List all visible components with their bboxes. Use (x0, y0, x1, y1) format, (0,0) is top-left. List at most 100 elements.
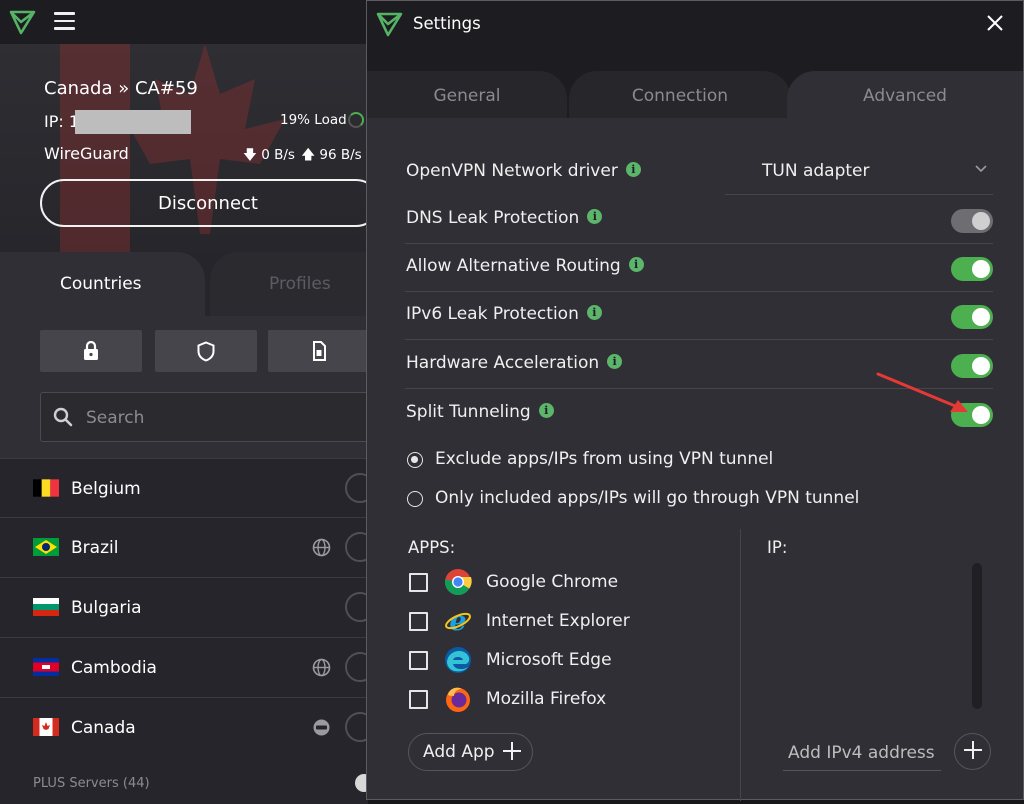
search-placeholder: Search (86, 408, 145, 428)
expand-chevron-icon[interactable] (345, 473, 368, 503)
info-icon[interactable]: i (625, 162, 641, 177)
add-app-button[interactable]: Add App (408, 733, 533, 771)
search-input[interactable]: Search (40, 392, 368, 442)
expand-chevron-icon[interactable] (345, 652, 368, 682)
expand-chevron-icon[interactable] (345, 532, 368, 562)
ipv6-leak-protection-row: IPv6 Leak Protection i (405, 292, 993, 340)
radio-button[interactable] (407, 452, 423, 468)
belgium-flag-icon (33, 479, 59, 497)
apps-panel: APPS: Google Chrome e Internet Explorer (405, 529, 740, 801)
tab-connection[interactable]: Connection (569, 71, 791, 118)
settings-title: Settings (413, 14, 481, 33)
ip-address-label: IP: 1 (44, 112, 80, 131)
ip-panel: IP: (740, 529, 1023, 801)
alternative-routing-row: Allow Alternative Routing i (405, 244, 993, 292)
app-checkbox[interactable] (409, 690, 428, 709)
upload-arrow-icon: 🡅 (301, 147, 316, 163)
upload-speed: 96 B/s (319, 147, 362, 163)
svg-text:e: e (449, 607, 466, 635)
server-name: Canada » CA#59 (44, 78, 198, 99)
globe-icon (312, 538, 331, 557)
app-name: Google Chrome (486, 572, 619, 592)
country-name: Belgium (71, 479, 141, 499)
country-name: Canada (71, 718, 136, 738)
connection-panel: Canada » CA#59 IP: 1 19% Load WireGuard … (0, 44, 368, 252)
collapse-chevron-icon[interactable] (345, 712, 368, 742)
apps-title: APPS: (408, 538, 456, 557)
info-icon[interactable]: i (607, 354, 623, 369)
radio-label: Exclude apps/IPs from using VPN tunnel (435, 449, 774, 469)
alternative-routing-toggle[interactable] (951, 257, 993, 281)
app-checkbox[interactable] (409, 651, 428, 670)
server-list-area: Countries Profiles Search Belgium Brazil… (0, 252, 368, 804)
shield-icon (197, 340, 215, 362)
close-icon[interactable] (983, 11, 1007, 35)
tab-general[interactable]: General (367, 71, 567, 118)
country-name: Bulgaria (71, 598, 142, 618)
p2p-filter-button[interactable] (268, 330, 368, 372)
disconnect-button[interactable]: Disconnect (40, 179, 368, 227)
plus-icon (963, 741, 982, 759)
openvpn-driver-value: TUN adapter (762, 161, 870, 181)
country-row-cambodia[interactable]: Cambodia (0, 637, 368, 697)
country-row-belgium[interactable]: Belgium (0, 458, 368, 518)
tab-profiles[interactable]: Profiles (210, 252, 368, 316)
setting-label: DNS Leak Protection i (406, 208, 603, 228)
download-speed: 0 B/s (261, 147, 295, 163)
ip-list-scrollbar[interactable] (972, 563, 982, 709)
plus-servers-header: PLUS Servers (44) (33, 776, 150, 791)
hamburger-menu-icon[interactable] (54, 12, 75, 30)
speed-readout: 🡇 0 B/s 🡅 96 B/s (243, 145, 362, 168)
info-icon[interactable]: i (586, 305, 602, 320)
setting-label: Hardware Acceleration i (406, 353, 623, 373)
brazil-flag-icon (33, 538, 59, 556)
expand-chevron-icon[interactable] (345, 592, 368, 622)
add-ip-button[interactable] (954, 733, 991, 770)
country-name: Brazil (71, 538, 119, 558)
dns-leak-protection-row: DNS Leak Protection i (405, 196, 993, 244)
main-window: Canada » CA#59 IP: 1 19% Load WireGuard … (0, 0, 368, 804)
setting-label: IPv6 Leak Protection i (406, 304, 602, 324)
hardware-acceleration-toggle[interactable] (951, 354, 993, 378)
tab-countries[interactable]: Countries (0, 252, 205, 316)
country-row-brazil[interactable]: Brazil (0, 517, 368, 577)
country-name: Cambodia (71, 658, 157, 678)
settings-tabs: General Connection Advanced (367, 46, 1023, 118)
lock-icon (84, 341, 98, 360)
globe-icon (312, 658, 331, 677)
info-icon[interactable]: i (538, 403, 554, 418)
plus-icon (503, 742, 521, 760)
app-name: Mozilla Firefox (486, 689, 607, 709)
ipv6-leak-protection-toggle[interactable] (951, 305, 993, 329)
split-tunneling-toggle[interactable] (951, 403, 993, 427)
netshield-filter-button[interactable] (155, 330, 257, 372)
secure-core-filter-button[interactable] (40, 330, 142, 372)
cambodia-flag-icon (33, 658, 59, 676)
settings-window: Settings General Connection Advanced Ope… (366, 0, 1024, 801)
setting-label: Split Tunneling i (406, 402, 554, 422)
canada-flag-icon (33, 718, 59, 736)
tor-icon (313, 719, 330, 736)
openvpn-driver-select[interactable]: TUN adapter (725, 149, 993, 195)
protonvpn-logo-icon (376, 12, 403, 37)
info-icon[interactable]: i (587, 209, 603, 224)
app-checkbox[interactable] (409, 612, 428, 631)
info-icon[interactable]: i (628, 257, 644, 272)
load-indicator-icon (348, 112, 364, 128)
country-row-bulgaria[interactable]: Bulgaria (0, 577, 368, 637)
ipv4-address-input[interactable] (783, 735, 941, 771)
download-arrow-icon: 🡇 (243, 147, 257, 163)
ip-redaction (75, 110, 191, 134)
dns-leak-protection-toggle[interactable] (951, 209, 993, 233)
hardware-acceleration-row: Hardware Acceleration i (405, 341, 993, 389)
split-tunneling-row: Split Tunneling i (405, 390, 993, 438)
filter-panel: Search (0, 316, 368, 458)
country-row-canada[interactable]: Canada (0, 697, 368, 757)
app-name: Microsoft Edge (486, 650, 612, 670)
edge-icon (445, 647, 471, 673)
bulgaria-flag-icon (33, 598, 59, 616)
settings-titlebar: Settings (367, 1, 1023, 46)
radio-button[interactable] (407, 491, 423, 507)
app-checkbox[interactable] (409, 573, 428, 592)
tab-advanced[interactable]: Advanced (787, 71, 1023, 118)
